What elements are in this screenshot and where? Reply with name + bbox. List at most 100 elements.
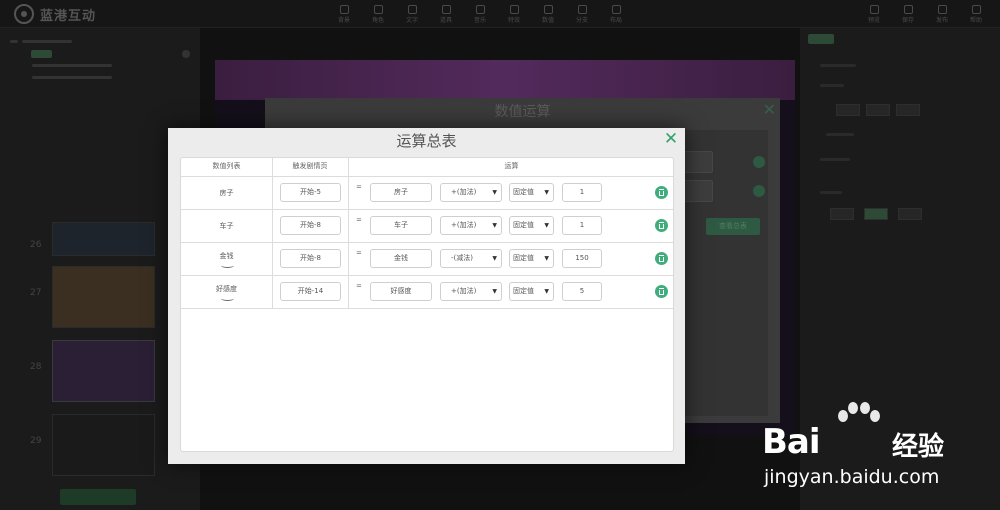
- property-option[interactable]: [896, 104, 920, 116]
- property-option[interactable]: [866, 104, 890, 116]
- tool-icon: [475, 4, 485, 14]
- trash-icon[interactable]: [655, 186, 668, 199]
- view-summary-button[interactable]: 查看总表: [706, 218, 760, 235]
- operator-select[interactable]: -(减法) ▼: [440, 249, 502, 268]
- close-icon[interactable]: ✕: [663, 130, 679, 148]
- operator-select[interactable]: +(加法) ▼: [440, 216, 502, 235]
- tool-label: 帮助: [969, 16, 982, 24]
- modal-title: 运算总表: [396, 132, 457, 150]
- properties-tab[interactable]: [808, 34, 834, 44]
- logo-gear-icon: [14, 4, 34, 24]
- amount-input[interactable]: 5: [562, 282, 602, 301]
- operator-select[interactable]: +(加法) ▼: [440, 282, 502, 301]
- right-toolbar: 预览 保存 发布 帮助: [860, 3, 990, 25]
- property-option[interactable]: [830, 208, 854, 220]
- tool-icon: [407, 4, 417, 14]
- scene-thumbnail[interactable]: [52, 414, 155, 476]
- dropdown-arrow-icon: ▼: [492, 189, 497, 196]
- tool-label: 文字: [405, 16, 418, 24]
- toolbar-tool-3[interactable]: 道具: [432, 3, 460, 25]
- tree-row[interactable]: [10, 48, 191, 59]
- app-logo[interactable]: 蓝港互动: [14, 4, 96, 24]
- tool-label: 道具: [439, 16, 452, 24]
- dropdown-arrow-icon: ▼: [544, 255, 549, 262]
- variable-field[interactable]: 车子: [370, 216, 432, 235]
- dropdown-arrow-icon: ▼: [544, 222, 549, 229]
- value-type: 固定值: [513, 254, 534, 262]
- tool-label: 角色: [371, 16, 384, 24]
- toolbar-right-tool-3[interactable]: 帮助: [962, 3, 990, 25]
- chevron-down-icon[interactable]: [221, 296, 234, 301]
- thumbnail-number: 29: [30, 436, 42, 446]
- add-scene-button[interactable]: [60, 489, 136, 505]
- toolbar-right-tool-1[interactable]: 保存: [894, 3, 922, 25]
- value-type-select[interactable]: 固定值 ▼: [509, 282, 554, 301]
- tool-icon: [971, 4, 981, 14]
- value-name: 金钱: [219, 252, 234, 260]
- toolbar-tool-1[interactable]: 角色: [364, 3, 392, 25]
- toolbar-tool-0[interactable]: 背景: [330, 3, 358, 25]
- tool-label: 预览: [867, 16, 880, 24]
- chevron-down-icon[interactable]: [221, 263, 234, 268]
- trash-icon[interactable]: [655, 285, 668, 298]
- tree-tag: [31, 49, 53, 58]
- toolbar-tool-8[interactable]: 布局: [602, 3, 630, 25]
- amount-input[interactable]: 150: [562, 249, 602, 268]
- operation-summary-modal: 运算总表 ✕ 数值列表 触发剧情页 运算 房子 开始-5 = 房子 +(加法) ▼ 固定值 ▼…: [168, 128, 685, 464]
- trigger-page-field[interactable]: 开始-8: [280, 249, 341, 268]
- variable-field[interactable]: 房子: [370, 183, 432, 202]
- watermark-brand-suffix: 经验: [892, 432, 945, 462]
- property-option[interactable]: [836, 104, 860, 116]
- variable-field[interactable]: 好感度: [370, 282, 432, 301]
- value-operation-title: 数值运算: [494, 104, 551, 120]
- trigger-page-field[interactable]: 开始-8: [280, 216, 341, 235]
- operator-value: +(加法): [451, 188, 477, 196]
- trigger-page-field[interactable]: 开始-14: [280, 282, 341, 301]
- operator-value: +(加法): [451, 221, 477, 229]
- tool-label: 保存: [901, 16, 914, 24]
- toolbar-right-tool-2[interactable]: 发布: [928, 3, 956, 25]
- tool-icon: [441, 4, 451, 14]
- baidu-jingyan-watermark: Bai 经验 jingyan.baidu.com: [762, 402, 992, 494]
- value-name-cell: 好感度: [181, 276, 272, 309]
- trash-icon[interactable]: [655, 219, 668, 232]
- operator-select[interactable]: +(加法) ▼: [440, 183, 502, 202]
- value-type-select[interactable]: 固定值 ▼: [509, 183, 554, 202]
- toolbar-tool-2[interactable]: 文字: [398, 3, 426, 25]
- trash-icon[interactable]: [753, 185, 765, 197]
- toolbar-tool-6[interactable]: 数值: [534, 3, 562, 25]
- property-label: [820, 191, 842, 194]
- scene-thumbnail[interactable]: [52, 266, 155, 328]
- trash-icon[interactable]: [753, 156, 765, 168]
- paw-icon: [832, 402, 882, 440]
- trigger-page-field[interactable]: 开始-5: [280, 183, 341, 202]
- toolbar-tool-7[interactable]: 分支: [568, 3, 596, 25]
- tree-row[interactable]: [10, 72, 190, 83]
- tool-icon: [339, 4, 349, 14]
- value-type-select[interactable]: 固定值 ▼: [509, 249, 554, 268]
- tree-row[interactable]: [10, 36, 190, 47]
- tool-icon: [373, 4, 383, 14]
- equals-sign: =: [356, 216, 362, 224]
- toolbar-tool-4[interactable]: 音乐: [466, 3, 494, 25]
- toolbar-right-tool-0[interactable]: 预览: [860, 3, 888, 25]
- amount-input[interactable]: 1: [562, 183, 602, 202]
- variable-field[interactable]: 金钱: [370, 249, 432, 268]
- scene-thumbnail[interactable]: [52, 222, 155, 256]
- property-option[interactable]: [864, 208, 888, 220]
- tree-row[interactable]: [10, 60, 190, 71]
- close-icon[interactable]: ✕: [763, 100, 776, 119]
- trash-icon[interactable]: [655, 252, 668, 265]
- value-type-select[interactable]: 固定值 ▼: [509, 216, 554, 235]
- watermark-url: jingyan.baidu.com: [764, 466, 940, 488]
- property-option[interactable]: [898, 208, 922, 220]
- scene-tree: [10, 36, 191, 84]
- dropdown-arrow-icon: ▼: [492, 222, 497, 229]
- table-header: 数值列表 触发剧情页 运算: [181, 158, 673, 177]
- scene-thumbnail[interactable]: [52, 340, 155, 402]
- value-name: 房子: [219, 189, 234, 197]
- equals-sign: =: [356, 183, 362, 191]
- thumbnail-number: 26: [30, 240, 42, 250]
- amount-input[interactable]: 1: [562, 216, 602, 235]
- toolbar-tool-5[interactable]: 特效: [500, 3, 528, 25]
